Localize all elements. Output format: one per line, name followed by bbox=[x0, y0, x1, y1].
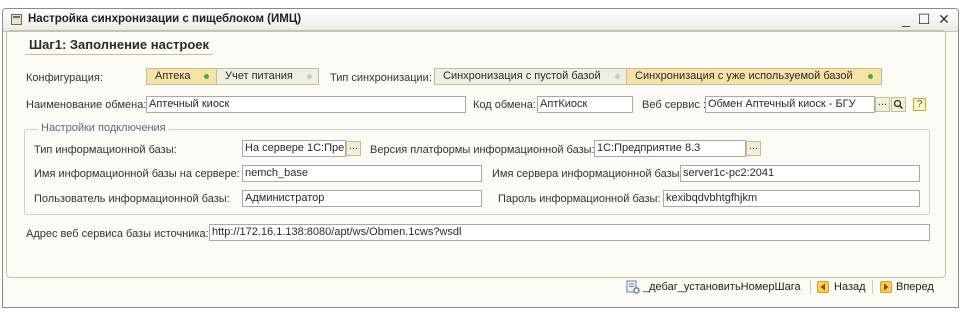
debug-step-icon bbox=[626, 280, 640, 294]
title-bar[interactable]: Настройка синхронизации с пищеблоком (ИМ… bbox=[3, 9, 958, 32]
db-password-field[interactable]: kexibqdvbhtgfhjkm bbox=[663, 190, 920, 207]
search-icon[interactable] bbox=[891, 97, 906, 112]
db-type-label: Тип информационной базы: bbox=[34, 144, 177, 156]
web-service-label: Веб сервис : bbox=[642, 99, 707, 111]
server-name-field[interactable]: server1c-pc2:2041 bbox=[680, 165, 920, 182]
config-label: Конфигурация: bbox=[26, 72, 103, 84]
sync-option-empty-base[interactable]: Синхронизация с пустой базой bbox=[434, 68, 627, 85]
unselected-indicator-icon bbox=[615, 74, 620, 79]
sync-option-label: Синхронизация с пустой базой bbox=[443, 70, 601, 82]
db-user-label: Пользователь информационной базы: bbox=[34, 193, 230, 205]
db-name-label: Имя информационной базы на сервере: bbox=[34, 168, 240, 180]
sync-option-used-base[interactable]: Синхронизация с уже используемой базой bbox=[626, 68, 882, 85]
connection-settings-title: Настройки подключения bbox=[38, 122, 169, 134]
back-button[interactable]: Назад bbox=[834, 281, 866, 293]
db-user-field[interactable]: Администратор bbox=[242, 190, 482, 207]
selected-indicator-icon bbox=[204, 74, 209, 79]
exchange-name-field[interactable]: Аптечный киоск bbox=[146, 96, 466, 113]
platform-version-field[interactable]: 1С:Предприятие 8.3 bbox=[594, 140, 746, 157]
back-arrow-icon[interactable] bbox=[817, 281, 829, 293]
db-type-select-button[interactable]: ... bbox=[346, 141, 361, 156]
close-button[interactable]: ✕ bbox=[936, 11, 952, 28]
config-option-label: Аптека bbox=[155, 70, 191, 82]
window-title: Настройка синхронизации с пищеблоком (ИМ… bbox=[28, 13, 302, 25]
separator bbox=[810, 280, 811, 294]
minimize-button[interactable]: _ bbox=[898, 11, 914, 27]
config-option-apteka[interactable]: Аптека bbox=[146, 68, 217, 85]
source-address-label: Адрес веб сервиса базы источника: bbox=[26, 228, 209, 240]
db-name-field[interactable]: nemch_base bbox=[242, 165, 482, 182]
platform-version-select-button[interactable]: ... bbox=[746, 141, 761, 156]
web-service-field[interactable]: Обмен Аптечный киоск - БГУ bbox=[705, 96, 875, 113]
maximize-button[interactable]: ☐ bbox=[916, 11, 932, 28]
web-service-select-button[interactable]: ... bbox=[875, 97, 890, 112]
next-arrow-icon[interactable] bbox=[880, 281, 892, 293]
help-button[interactable]: ? bbox=[913, 98, 926, 111]
selected-indicator-icon bbox=[868, 74, 873, 79]
separator bbox=[872, 280, 873, 294]
config-option-food[interactable]: Учет питания bbox=[216, 68, 319, 85]
app-icon bbox=[11, 14, 22, 25]
config-option-label: Учет питания bbox=[225, 70, 293, 82]
debug-set-step-link[interactable]: _дебаг_установитьНомерШага bbox=[643, 281, 801, 293]
db-type-field[interactable]: На сервере 1С:Пре... bbox=[242, 140, 346, 157]
source-address-field[interactable]: http://172.16.1.138:8080/apt/ws/Obmen.1c… bbox=[209, 224, 930, 241]
sync-option-label: Синхронизация с уже используемой базой bbox=[635, 70, 853, 82]
next-button[interactable]: Вперед bbox=[896, 281, 934, 293]
exchange-name-label: Наименование обмена: bbox=[26, 99, 147, 111]
exchange-code-field[interactable]: АптКиоск bbox=[537, 96, 633, 113]
step-title: Шаг1: Заполнение настроек bbox=[25, 37, 214, 55]
exchange-code-label: Код обмена: bbox=[473, 99, 536, 111]
server-name-label: Имя сервера информационной базы: bbox=[492, 168, 683, 180]
platform-version-label: Версия платформы информационной базы: bbox=[370, 144, 595, 156]
db-password-label: Пароль информационной базы: bbox=[498, 193, 661, 205]
unselected-indicator-icon bbox=[307, 74, 312, 79]
sync-type-label: Тип синхронизации: bbox=[330, 72, 432, 84]
